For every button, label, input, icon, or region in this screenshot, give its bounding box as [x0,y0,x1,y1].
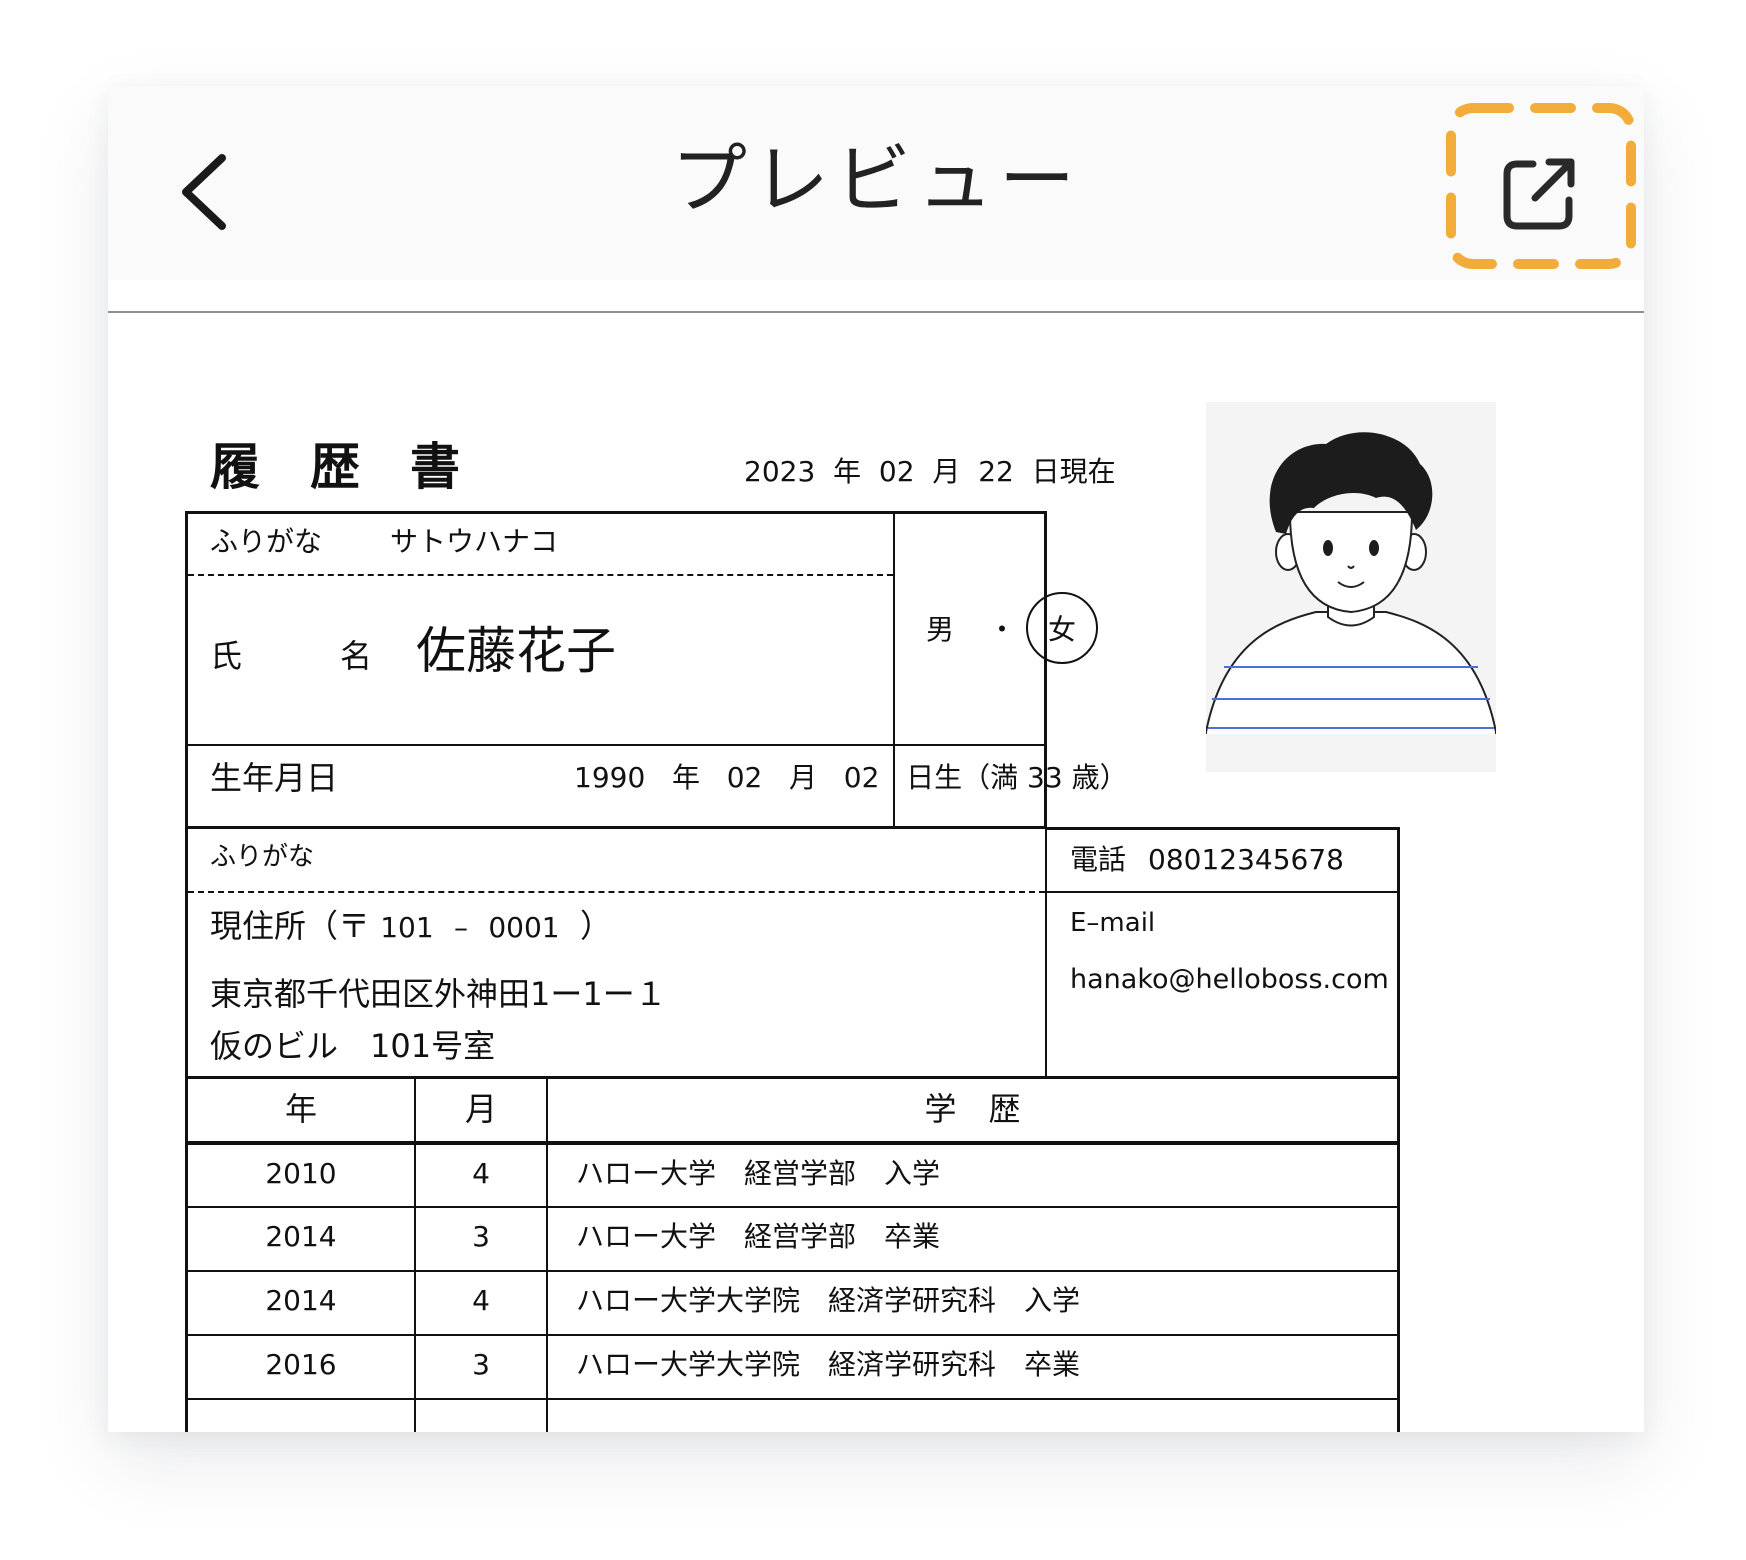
avatar-illustration [1205,432,1497,774]
phone-label: 電話 [1070,843,1127,876]
resume-date: 2023 年 02 月 22 日現在 [744,455,1116,488]
row-text: ハロー大学大学院 経済学研究科 入学 [576,1284,1081,1317]
profile-photo [1205,402,1497,774]
resume-title: 履 歴 書 [210,437,460,496]
table-header-history: 学 歴 [924,1090,1021,1128]
furigana-value: サトウハナコ [390,525,559,558]
furigana-label: ふりがな [210,525,323,558]
phone-value: 08012345678 [1148,843,1344,876]
address-line-2: 仮のビル 101号室 [210,1027,496,1065]
table-header-year: 年 [284,1090,317,1128]
name-label-1: 氏 [210,637,243,675]
email-value: hanako@helloboss.com [1070,964,1389,995]
gender-dot: ・ [988,613,1017,646]
name-value: 佐藤花子 [416,622,616,680]
email-label: E–mail [1070,908,1156,938]
gender-female-circled: 女 [1026,592,1098,664]
share-button-highlight [1441,96,1641,276]
row-month: 4 [472,1157,490,1190]
table-header-month: 月 [464,1090,497,1128]
gender-male: 男 [926,613,955,646]
row-text: ハロー大学 経営学部 卒業 [576,1220,941,1253]
row-month: 4 [472,1284,490,1317]
row-text: ハロー大学 経営学部 入学 [576,1157,941,1190]
birth-date: 1990 年 02 月 02 日生（満 33 歳） [574,761,1128,794]
address-line-1: 東京都千代田区外神田1ー1ー１ [210,975,667,1013]
share-button[interactable] [1497,150,1583,236]
row-year: 2010 [265,1157,337,1190]
row-month: 3 [472,1220,490,1253]
row-year: 2016 [265,1348,337,1381]
page-title: プレビュー [671,135,1081,224]
resume-document: 履 歴 書 2023 年 02 月 22 日現在 ふりがな サトウハナコ 氏 名… [108,86,1644,1432]
name-label-2: 名 [340,637,373,675]
address-furigana-label: ふりがな [210,842,315,872]
preview-screen: 履 歴 書 2023 年 02 月 22 日現在 ふりがな サトウハナコ 氏 名… [108,86,1644,1432]
top-nav-bar: プレビュー [108,86,1644,280]
row-year: 2014 [265,1284,337,1317]
row-text: ハロー大学大学院 経済学研究科 卒業 [576,1348,1081,1381]
external-link-icon [1503,158,1575,230]
postal-code: 現住所（〒 101 – 0001 ） [210,907,612,945]
row-month: 3 [472,1348,490,1381]
birth-label: 生年月日 [210,759,339,797]
header-divider [108,311,1644,313]
row-year: 2014 [265,1220,337,1253]
